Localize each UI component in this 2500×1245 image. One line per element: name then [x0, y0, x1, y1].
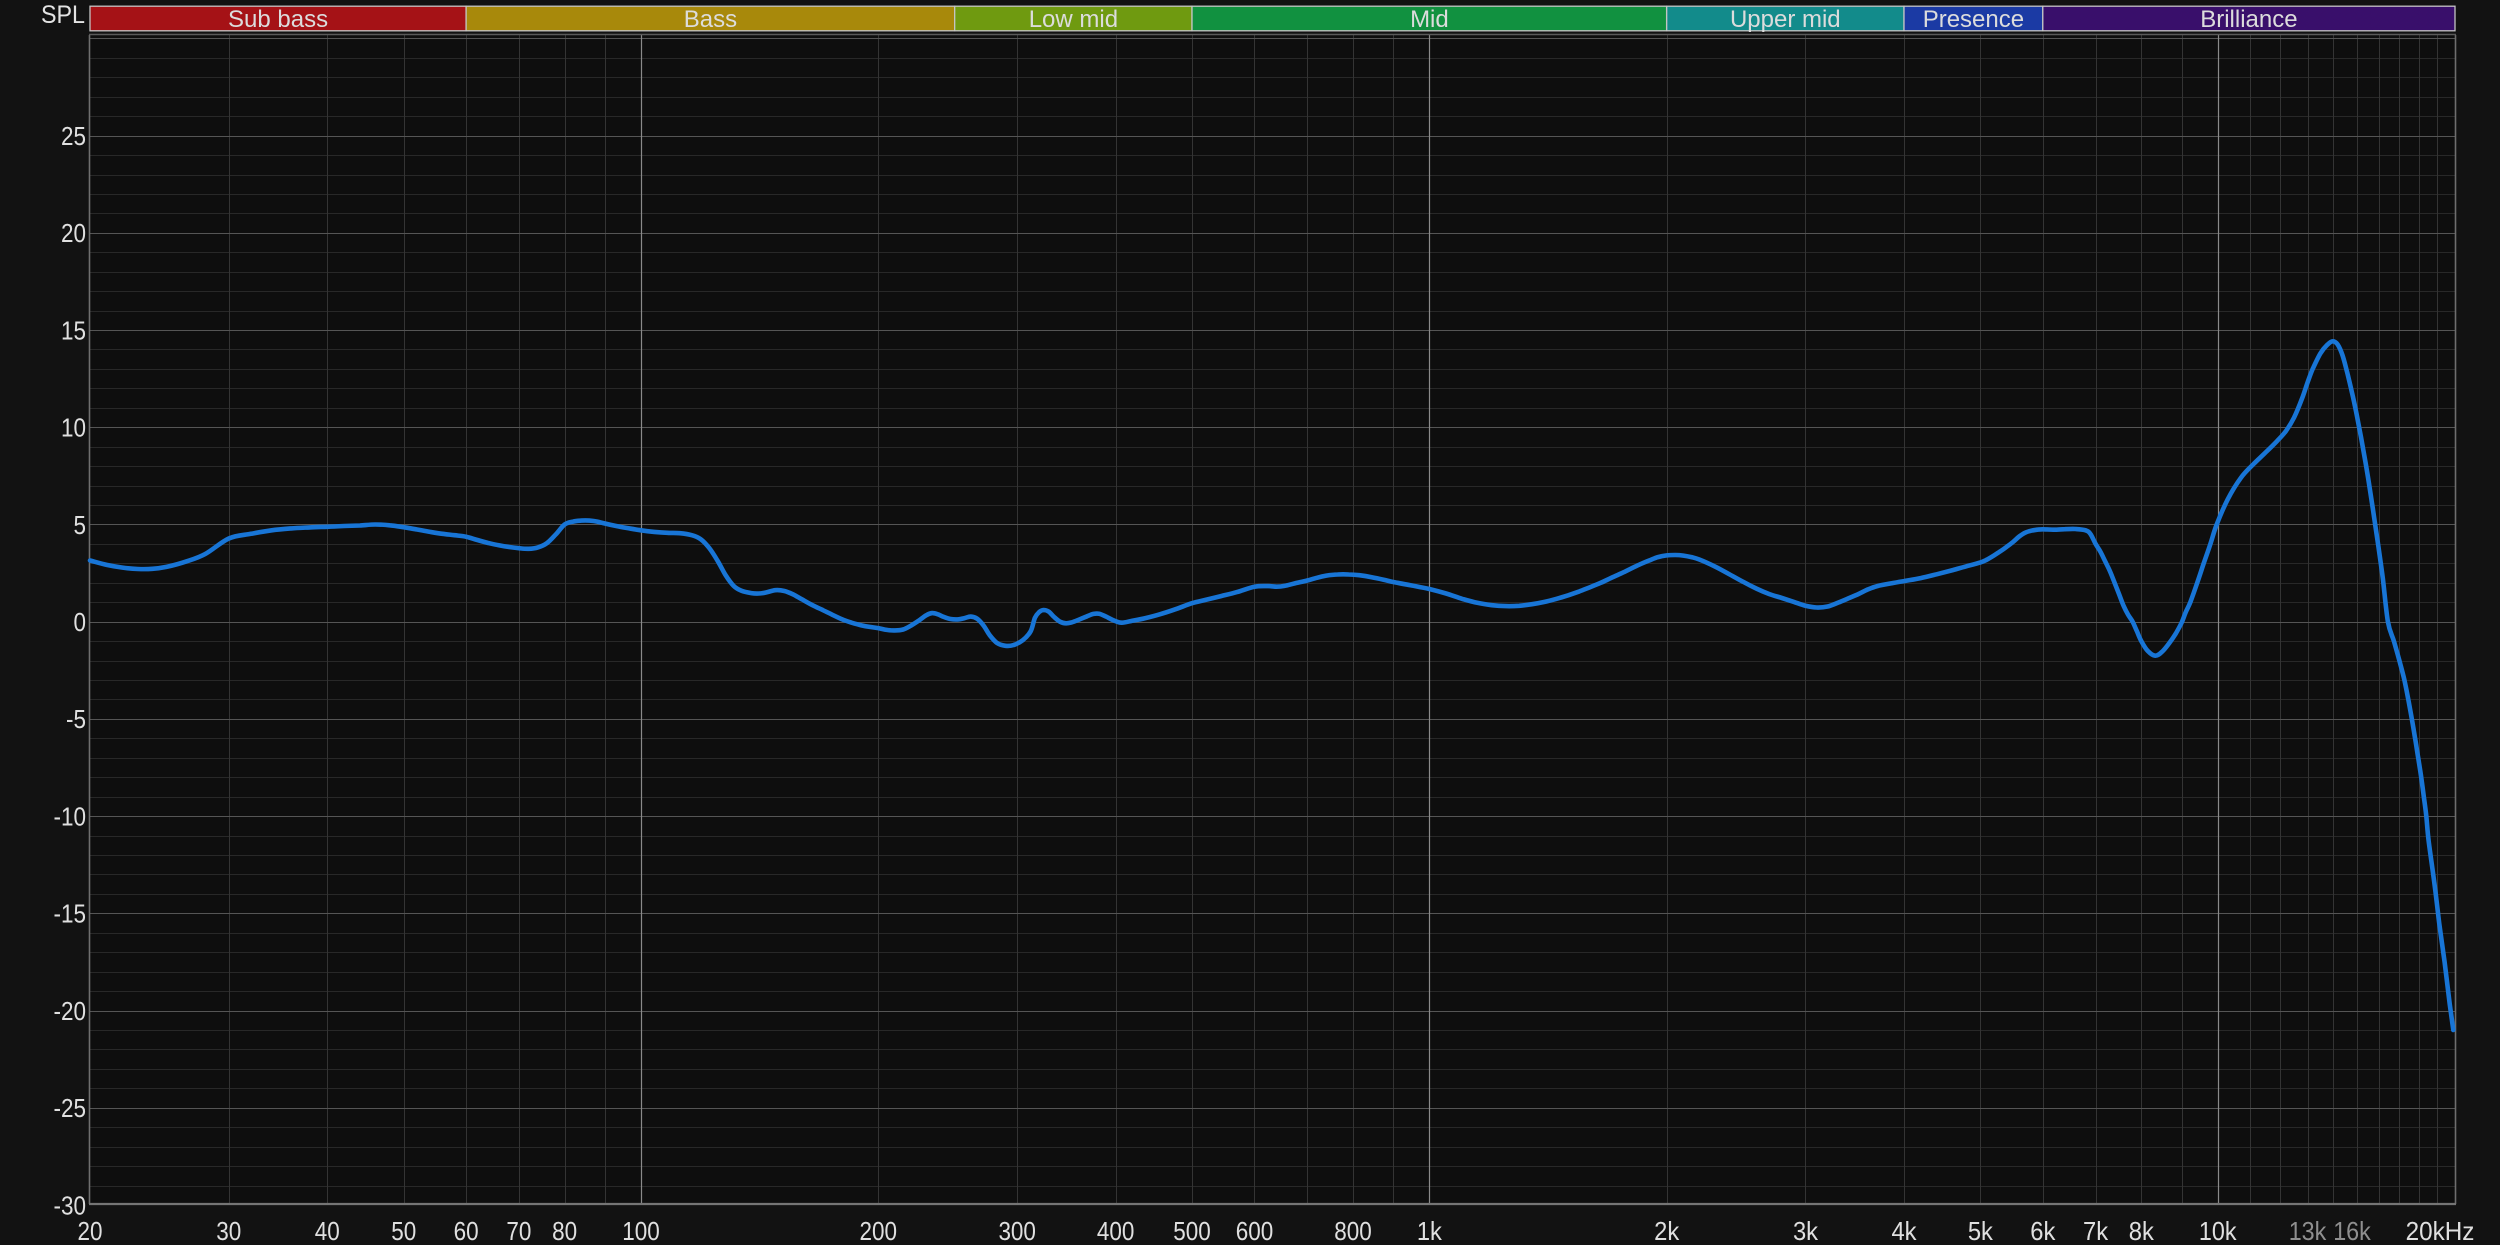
svg-text:40: 40: [315, 1216, 340, 1245]
svg-text:0: 0: [74, 607, 87, 637]
svg-text:10: 10: [61, 413, 86, 443]
svg-text:100: 100: [622, 1216, 660, 1245]
svg-text:3k: 3k: [1793, 1216, 1819, 1245]
svg-text:70: 70: [506, 1216, 531, 1245]
svg-text:60: 60: [454, 1216, 479, 1245]
svg-text:4k: 4k: [1891, 1216, 1917, 1245]
svg-text:15: 15: [61, 315, 86, 345]
svg-text:2k: 2k: [1654, 1216, 1680, 1245]
svg-text:8k: 8k: [2129, 1216, 2155, 1245]
svg-text:20: 20: [61, 218, 86, 248]
svg-text:200: 200: [860, 1216, 898, 1245]
svg-text:10k: 10k: [2199, 1216, 2237, 1245]
svg-text:13k: 13k: [2289, 1216, 2327, 1245]
svg-text:Sub bass: Sub bass: [228, 6, 328, 33]
svg-text:1k: 1k: [1417, 1216, 1443, 1245]
svg-text:7k: 7k: [2083, 1216, 2109, 1245]
svg-text:20: 20: [78, 1216, 103, 1245]
svg-text:-10: -10: [54, 801, 87, 831]
svg-text:600: 600: [1236, 1216, 1274, 1245]
svg-text:80: 80: [552, 1216, 577, 1245]
svg-text:Mid: Mid: [1410, 6, 1449, 33]
svg-text:-20: -20: [54, 996, 87, 1026]
svg-text:30: 30: [216, 1216, 241, 1245]
svg-text:800: 800: [1334, 1216, 1372, 1245]
svg-text:400: 400: [1097, 1216, 1135, 1245]
svg-text:-5: -5: [66, 704, 86, 734]
svg-text:Bass: Bass: [684, 6, 737, 33]
svg-text:Upper mid: Upper mid: [1730, 6, 1841, 33]
svg-text:Brilliance: Brilliance: [2200, 6, 2297, 33]
svg-text:SPL: SPL: [41, 1, 85, 29]
svg-text:Presence: Presence: [1923, 6, 2024, 33]
svg-text:6k: 6k: [2030, 1216, 2056, 1245]
svg-text:5k: 5k: [1968, 1216, 1994, 1245]
svg-text:-15: -15: [54, 899, 87, 929]
svg-text:-25: -25: [54, 1093, 87, 1123]
svg-text:300: 300: [998, 1216, 1036, 1245]
svg-text:20kHz: 20kHz: [2406, 1216, 2475, 1245]
svg-text:16k: 16k: [2333, 1216, 2371, 1245]
svg-text:Low mid: Low mid: [1029, 6, 1118, 33]
svg-text:5: 5: [74, 510, 87, 540]
svg-text:50: 50: [391, 1216, 416, 1245]
svg-text:500: 500: [1173, 1216, 1211, 1245]
svg-text:25: 25: [61, 121, 86, 151]
